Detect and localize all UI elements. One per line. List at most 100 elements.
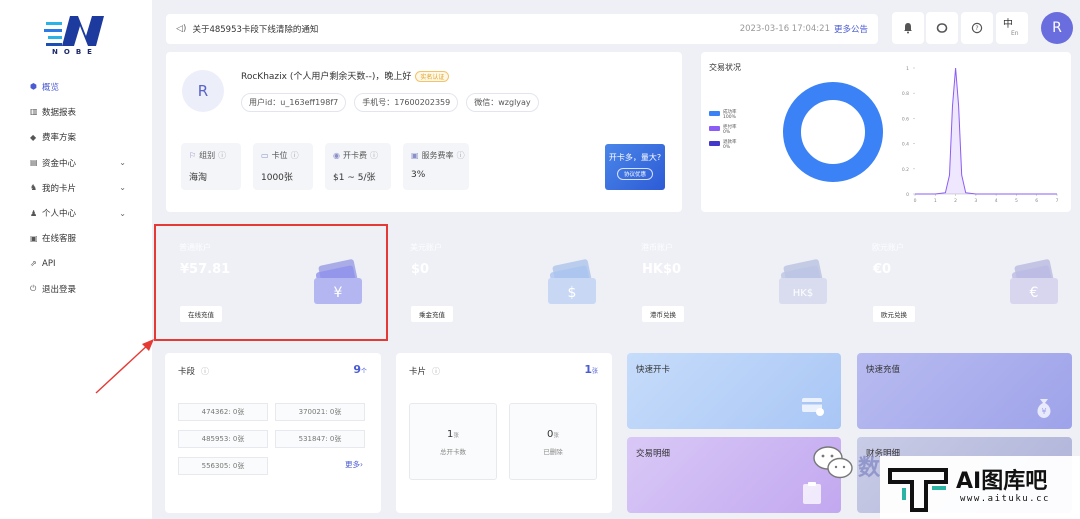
sidebar-item-plan[interactable]: ◆ 费率方案 bbox=[30, 125, 140, 150]
chevron-down-icon[interactable]: ⌄ bbox=[119, 183, 126, 192]
quick-transactions-card[interactable]: 交易明细 bbox=[627, 437, 841, 513]
profile-avatar: R bbox=[182, 70, 224, 112]
segments-title: 卡段 bbox=[178, 367, 196, 377]
dashboard-icon: ⬢ bbox=[30, 82, 37, 92]
add-card-icon bbox=[802, 398, 824, 416]
segment-item[interactable]: 370021: 0张 bbox=[275, 403, 365, 421]
legend-item[interactable]: 退款率 0% bbox=[709, 140, 737, 150]
bell-icon bbox=[904, 23, 912, 34]
account-balance: HK$0 bbox=[642, 262, 682, 277]
legend-value: 0% bbox=[723, 130, 731, 135]
support-icon: ▣ bbox=[30, 233, 38, 243]
y-tick-label: 0.2 bbox=[902, 167, 909, 173]
sidebar-item-support[interactable]: ▣ 在线客服 bbox=[30, 226, 140, 251]
account-balance: $0 bbox=[411, 262, 430, 277]
legend-item[interactable]: 成功率 100% bbox=[709, 110, 737, 120]
account-title: 港币账户 bbox=[641, 243, 673, 252]
more-notices-link[interactable]: 更多公告 bbox=[834, 23, 868, 35]
wallet-icon: ▤ bbox=[30, 158, 38, 168]
segment-item[interactable]: 531847: 0张 bbox=[275, 430, 365, 448]
svg-text:¥: ¥ bbox=[1041, 407, 1046, 416]
chevron-right-icon: › bbox=[360, 460, 363, 469]
wallet-symbol: € bbox=[1030, 285, 1039, 301]
account-title: 欧元账户 bbox=[872, 243, 904, 252]
sidebar-item-label: 个人中心 bbox=[42, 209, 77, 220]
usd-wallet-icon: $ bbox=[548, 259, 596, 304]
message-button[interactable] bbox=[926, 12, 958, 44]
lang-zh: 中 bbox=[1003, 19, 1013, 30]
quick-open-card[interactable]: 快速开卡 bbox=[627, 353, 841, 429]
sidebar-item-dashboard[interactable]: ⬢ 概览 bbox=[30, 74, 140, 99]
wechat-chip: 微信：wzglyay bbox=[466, 93, 539, 112]
help-icon[interactable]: ⓘ bbox=[201, 367, 209, 376]
help-icon[interactable]: ⓘ bbox=[291, 151, 299, 160]
x-tick-label: 0 bbox=[914, 198, 917, 204]
stat-label: 组别 bbox=[199, 151, 216, 160]
deleted-cards-box[interactable]: 0张 已删除 bbox=[509, 403, 597, 480]
plan-icon: ◆ bbox=[30, 132, 37, 142]
promo-button[interactable]: 协议优惠 bbox=[616, 168, 653, 180]
segment-item[interactable]: 474362: 0张 bbox=[178, 403, 268, 421]
quick-recharge-card[interactable]: 快速充值 ¥ bbox=[857, 353, 1072, 429]
clipboard-icon bbox=[803, 482, 821, 504]
segments-count: 9个 bbox=[353, 363, 367, 376]
svg-text:?: ? bbox=[975, 25, 978, 32]
stat-label: 服务费率 bbox=[421, 151, 454, 160]
help-button[interactable]: ? bbox=[961, 12, 993, 44]
transaction-status-title: 交易状况 bbox=[709, 63, 741, 72]
sidebar: NOBE ⬢ 概览 ▥ 数据报表 ◆ 费率方案 ▤ 资金中心 ⌄ ♞ 我的卡片 ⌄ ♟ 个人中心 ⌄ ▣ 在线客… bbox=[0, 0, 152, 519]
verified-badge: 实名认证 bbox=[415, 71, 450, 82]
help-icon[interactable]: ⓘ bbox=[432, 367, 440, 376]
x-tick-label: 7 bbox=[1056, 198, 1059, 204]
promo-banner[interactable]: 开卡多，量大? 协议优惠 bbox=[605, 144, 665, 190]
segment-item[interactable]: 556305: 0张 bbox=[178, 457, 268, 475]
total-cards-box[interactable]: 1张 总开卡数 bbox=[409, 403, 497, 480]
x-tick-label: 4 bbox=[995, 198, 998, 204]
exchange-button[interactable]: 欧元兑换 bbox=[873, 306, 915, 322]
watermark-char: 数 bbox=[858, 456, 881, 481]
card-segments-card: 卡段 ⓘ 9个 474362: 0张 370021: 0张 485953: 0张 531… bbox=[165, 353, 381, 513]
sidebar-item-card[interactable]: ♞ 我的卡片 ⌄ bbox=[30, 175, 140, 200]
help-icon[interactable]: ⓘ bbox=[370, 151, 378, 160]
segments-grid: 474362: 0张 370021: 0张 485953: 0张 531847: 0张… bbox=[178, 403, 368, 475]
sidebar-item-label: 费率方案 bbox=[42, 133, 77, 144]
aituku-logo bbox=[888, 468, 948, 512]
sidebar-item-logout[interactable]: ⏻ 退出登录 bbox=[30, 276, 140, 301]
legend-text: 拒付率 0% bbox=[723, 125, 737, 135]
notice-text[interactable]: 关于485953卡段下线清除的通知 bbox=[192, 23, 318, 35]
account-balance: €0 bbox=[873, 262, 892, 277]
sidebar-item-chart[interactable]: ▥ 数据报表 bbox=[30, 99, 140, 124]
language-switch[interactable]: 中 En bbox=[996, 12, 1028, 44]
sidebar-nav: ⬢ 概览 ▥ 数据报表 ◆ 费率方案 ▤ 资金中心 ⌄ ♞ 我的卡片 ⌄ ♟ 个人中心 ⌄ ▣ 在线客服 ⇗ API… bbox=[30, 74, 140, 302]
sidebar-item-api[interactable]: ⇗ API bbox=[30, 251, 140, 276]
chevron-down-icon[interactable]: ⌄ bbox=[119, 209, 126, 218]
y-tick-label: 0.6 bbox=[902, 116, 909, 122]
segments-count-value: 9 bbox=[353, 363, 361, 376]
x-tick-label: 6 bbox=[1035, 198, 1038, 204]
account-card-eur: 欧元账户 €0 欧元兑换 € bbox=[858, 230, 1072, 335]
sidebar-item-label: 退出登录 bbox=[42, 285, 77, 296]
legend-item[interactable]: 拒付率 0% bbox=[709, 125, 737, 135]
deleted-cards-label: 已删除 bbox=[543, 448, 563, 456]
annotation-arrow bbox=[95, 339, 154, 394]
sidebar-item-label: 在线客服 bbox=[42, 234, 77, 245]
segment-item[interactable]: 485953: 0张 bbox=[178, 430, 268, 448]
watermark: AI图库吧 www.aituku.cc bbox=[880, 456, 1080, 519]
stat-label: 卡位 bbox=[271, 151, 288, 160]
cards-count-value: 1 bbox=[584, 363, 592, 376]
notice-bar[interactable]: ◁) 关于485953卡段下线清除的通知 2023-03-16 17:04:21… bbox=[166, 14, 878, 44]
recharge-button[interactable]: 乘金充值 bbox=[411, 306, 453, 322]
x-tick-label: 5 bbox=[1015, 198, 1018, 204]
help-icon[interactable]: ⓘ bbox=[457, 151, 465, 160]
sidebar-item-user[interactable]: ♟ 个人中心 ⌄ bbox=[30, 200, 140, 225]
decor-circle bbox=[858, 260, 948, 335]
user-avatar[interactable]: R bbox=[1041, 12, 1073, 44]
notification-button[interactable] bbox=[892, 12, 924, 44]
chevron-down-icon[interactable]: ⌄ bbox=[119, 158, 126, 167]
sidebar-item-wallet[interactable]: ▤ 资金中心 ⌄ bbox=[30, 150, 140, 175]
cards-title: 卡片 bbox=[409, 367, 427, 377]
help-icon[interactable]: ⓘ bbox=[218, 151, 226, 160]
exchange-button[interactable]: 港币兑换 bbox=[642, 306, 684, 322]
stat-card-fee: ◉ 开卡费 ⓘ $1 ~ 5/张 bbox=[325, 143, 391, 190]
segments-more-link[interactable]: 更多› bbox=[345, 459, 363, 470]
